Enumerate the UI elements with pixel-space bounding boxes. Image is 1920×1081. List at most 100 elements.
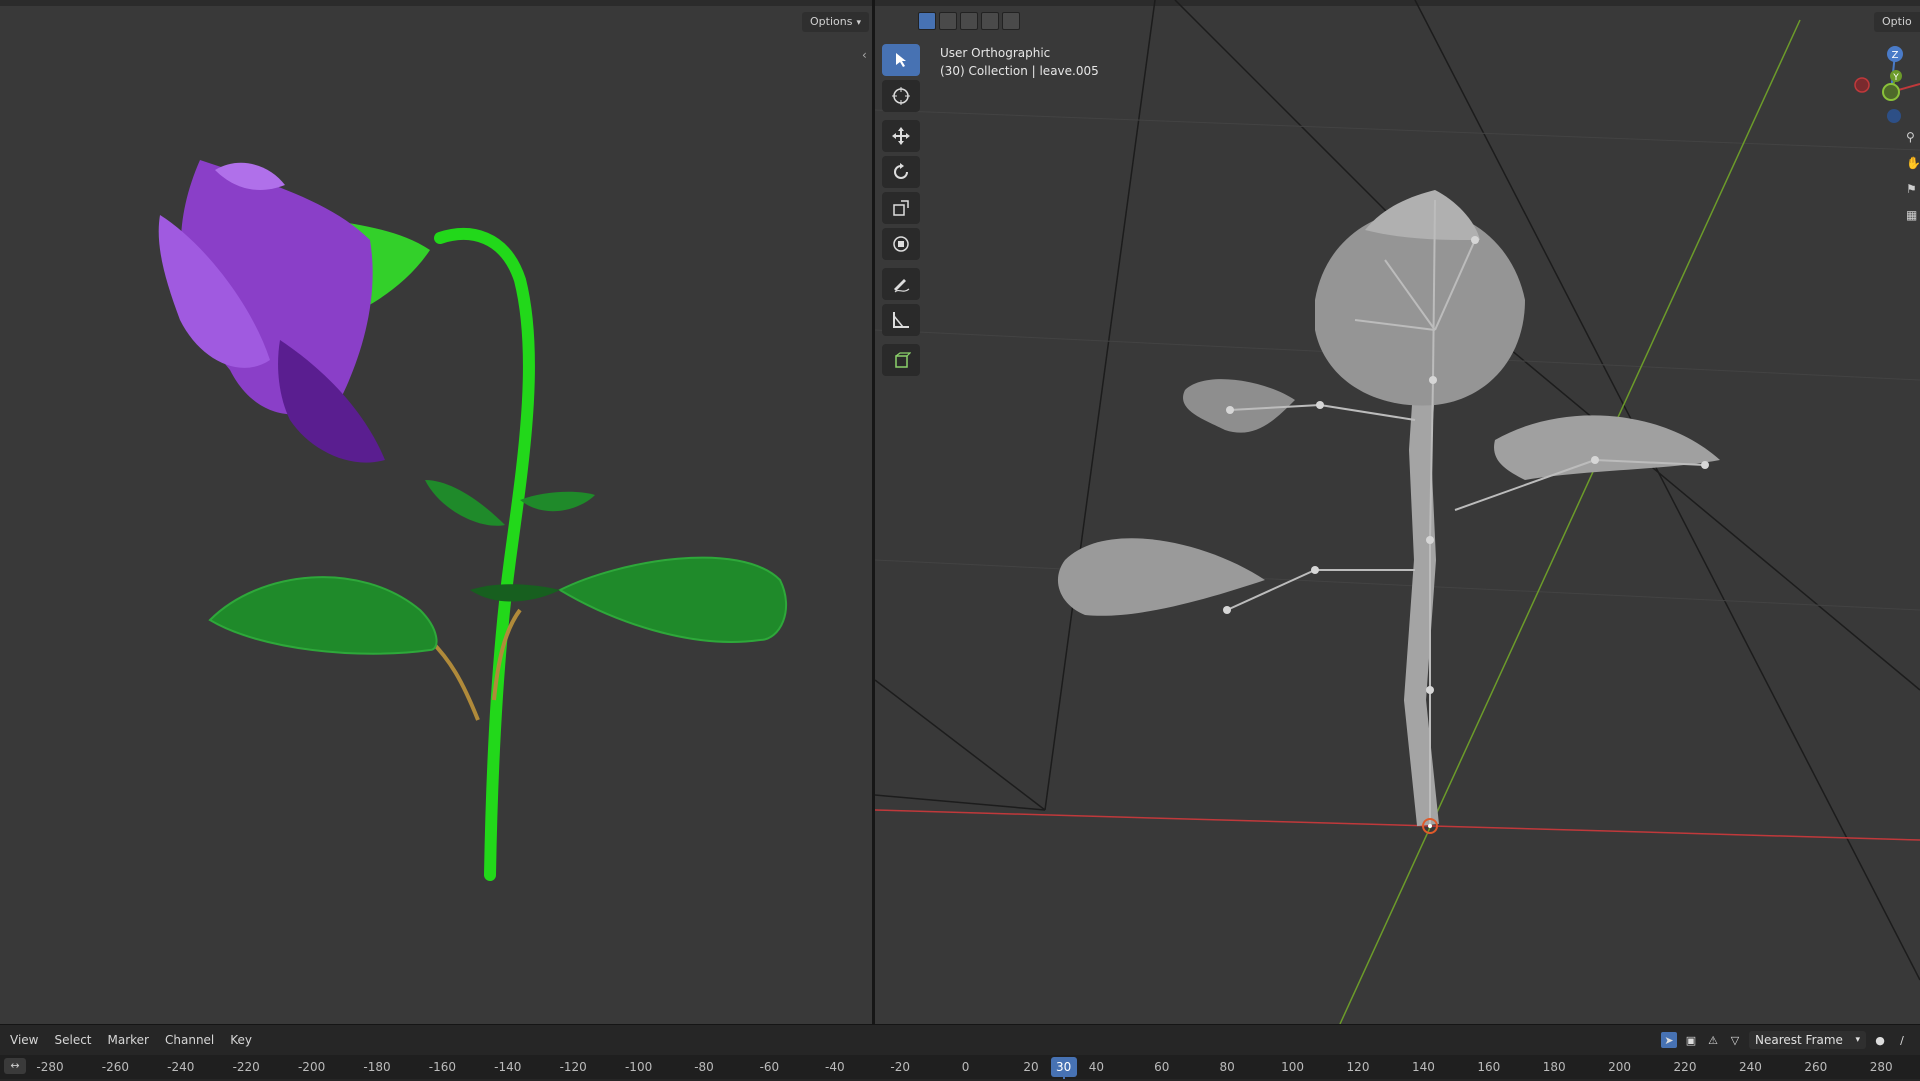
frame-tick-label: 20 (1023, 1060, 1039, 1074)
scale-icon (893, 200, 909, 216)
view-context: (30) Collection | leave.005 (940, 64, 1099, 78)
perspective-grid-icon[interactable]: ▦ (1906, 208, 1920, 226)
menu-channel[interactable]: Channel (165, 1033, 214, 1047)
frame-tick-label: 40 (1088, 1060, 1105, 1074)
menu-marker[interactable]: Marker (108, 1033, 149, 1047)
gizmo-y-label: Y (1892, 73, 1899, 83)
gizmo-neg-z-axis-icon[interactable] (1887, 109, 1901, 123)
tool-add-cube[interactable] (882, 344, 920, 376)
frame-tick-label: -240 (167, 1060, 195, 1074)
menu-view[interactable]: View (10, 1033, 38, 1047)
snap-mode-label: Nearest Frame (1755, 1033, 1843, 1047)
right-viewport[interactable]: Optio (875, 0, 1920, 1024)
tool-measure[interactable] (882, 304, 920, 336)
tool-shelf (882, 44, 922, 380)
frame-tick-label: -260 (101, 1060, 130, 1074)
navigation-gizmo[interactable]: Z Y (1840, 40, 1920, 130)
frame-tick-label: 80 (1219, 1060, 1235, 1074)
mesh-flower-top (1365, 190, 1480, 240)
select-box-icon (896, 53, 906, 67)
x-axis-line (875, 809, 1920, 841)
gizmo-neg-x-axis-icon[interactable] (1854, 77, 1870, 93)
timeline-menu: View Select Marker Channel Key (10, 1033, 252, 1047)
frame-tick-label: 120 (1346, 1060, 1370, 1074)
frame-tick-label: 260 (1804, 1060, 1828, 1074)
frame-tick-label: 220 (1673, 1060, 1697, 1074)
origin-dot (1428, 824, 1432, 828)
zoom-icon[interactable]: ⚲ (1906, 130, 1920, 148)
add-cube-icon (895, 352, 911, 368)
tool-select-box[interactable] (882, 44, 920, 76)
rig-mesh-render (875, 0, 1920, 1024)
left-viewport[interactable]: Options ▾ (0, 0, 872, 1024)
select-extend-icon[interactable] (939, 12, 957, 30)
y-axis-line (1339, 19, 1801, 1024)
frame-tick-label: 140 (1411, 1060, 1435, 1074)
frame-tick-label: -20 (890, 1060, 910, 1074)
transform-icon (893, 236, 909, 252)
select-intersect-icon[interactable] (1002, 12, 1020, 30)
mesh-leaf-right (1494, 415, 1720, 480)
petiole-left (428, 638, 480, 721)
snap-mode-select[interactable]: Nearest Frame ▾ (1749, 1031, 1866, 1049)
camera-frustum-line (1174, 0, 1396, 221)
camera-frustum-line (1044, 0, 1156, 811)
select-set-icon[interactable] (918, 12, 936, 30)
viewport-nav-buttons: ⚲ ✋ ⚑ ▦ (1906, 130, 1920, 234)
textured-flower-render (158, 160, 788, 881)
frame-tick-label: 160 (1477, 1060, 1501, 1074)
select-subtract-icon[interactable] (960, 12, 978, 30)
tool-rotate[interactable] (882, 156, 920, 188)
cursor-icon (892, 87, 910, 105)
frame-ruler[interactable]: ↔ -280 -260 -240 -220 -200 -180 -160 -140 -120 -1… (0, 1055, 1920, 1079)
frame-tick-label: -180 (363, 1060, 391, 1074)
viewport-info-overlay: User Orthographic (30) Collection | leav… (940, 44, 1099, 80)
hidden-objects-icon[interactable]: ▣ (1683, 1032, 1699, 1048)
camera-view-icon[interactable]: ⚑ (1906, 182, 1920, 200)
frame-tick-label: -220 (232, 1060, 260, 1074)
frame-tick-label: 240 (1738, 1060, 1762, 1074)
tool-cursor[interactable] (882, 80, 920, 112)
move-icon (892, 127, 910, 145)
tool-annotate[interactable] (882, 268, 920, 300)
frame-tick-label: -60 (759, 1060, 780, 1074)
measure-icon (893, 312, 909, 328)
gizmo-z-label: Z (1892, 50, 1899, 61)
frame-tick-label: -100 (624, 1060, 653, 1074)
camera-frustum-line (1474, 319, 1920, 691)
filter-icon[interactable]: ▽ (1727, 1032, 1743, 1048)
leaf-upper-left (425, 480, 505, 526)
only-selected-icon[interactable]: ➤ (1661, 1032, 1677, 1048)
frame-tick-label: -80 (694, 1060, 714, 1074)
playhead-line (1062, 1075, 1065, 1079)
frame-tick-label: 200 (1608, 1060, 1632, 1074)
tool-transform[interactable] (882, 228, 920, 260)
current-frame-indicator[interactable]: 30 (1050, 1057, 1077, 1077)
gizmo-neg-y-axis-icon[interactable] (1882, 83, 1900, 101)
view-name: User Orthographic (940, 46, 1051, 60)
sidebar-toggle-icon[interactable]: ‹ (862, 48, 867, 62)
warning-icon[interactable]: ⚠ (1705, 1032, 1721, 1048)
frame-tick-label: -140 (494, 1060, 522, 1074)
leaf-center (470, 584, 560, 602)
select-invert-icon[interactable] (981, 12, 999, 30)
menu-select[interactable]: Select (54, 1033, 91, 1047)
pan-hand-icon[interactable]: ✋ (1906, 156, 1920, 174)
leaf-lower-right (557, 556, 788, 643)
proportional-icon[interactable]: ● (1872, 1032, 1888, 1048)
frame-tick-label: -160 (428, 1060, 457, 1074)
falloff-curve-icon[interactable]: ∕ (1894, 1032, 1910, 1048)
frame-tick-label: 100 (1281, 1060, 1305, 1074)
tool-scale[interactable] (882, 192, 920, 224)
mesh-leaf-lower-left (1057, 538, 1265, 616)
rotate-icon (894, 163, 908, 179)
timeline-controls: ➤ ▣ ⚠ ▽ Nearest Frame ▾ ● ∕ (1661, 1031, 1910, 1049)
frame-tick-label: 180 (1542, 1060, 1566, 1074)
tool-move[interactable] (882, 120, 920, 152)
mesh-leaf-upper-left (1183, 379, 1295, 433)
ruler-expand-arrows-icon[interactable]: ↔ (4, 1058, 26, 1074)
frame-tick-label: -40 (824, 1060, 845, 1074)
chevron-down-icon: ▾ (1855, 1035, 1860, 1045)
timeline-editor: View Select Marker Channel Key ➤ ▣ ⚠ ▽ N… (0, 1024, 1920, 1081)
menu-key[interactable]: Key (230, 1033, 252, 1047)
